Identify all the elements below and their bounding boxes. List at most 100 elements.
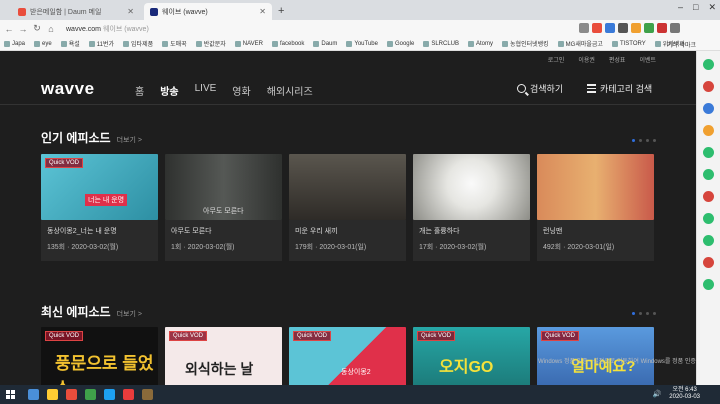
start-button[interactable] <box>0 385 20 404</box>
popular-more-link[interactable]: 더보기 > <box>117 137 142 144</box>
bookmark-item[interactable]: TISTORY <box>611 40 646 47</box>
bookmark-item[interactable]: 11번가 <box>88 39 114 48</box>
extension-icon[interactable] <box>592 23 602 33</box>
app-icon[interactable] <box>123 389 134 400</box>
tab-label: 웨이브 (wavve) <box>162 8 208 16</box>
dock-icon[interactable] <box>703 125 714 136</box>
forward-icon[interactable]: → <box>18 24 28 34</box>
bookmark-item[interactable]: Google <box>386 40 414 47</box>
pager-dot[interactable] <box>632 139 635 142</box>
app-icon[interactable] <box>66 389 77 400</box>
app-icon[interactable] <box>142 389 153 400</box>
bookmark-item[interactable]: Daum <box>313 40 337 47</box>
episode-card[interactable]: 개는 훌륭하다 17회 · 2020-03-02(월) <box>413 154 530 261</box>
extension-icon[interactable] <box>670 23 680 33</box>
episode-card[interactable]: 아무도 모른다 아무도 모른다 1회 · 2020-03-02(월) <box>165 154 282 261</box>
bookmark-item[interactable]: YouTube <box>346 40 378 47</box>
bookmark-item[interactable]: Japa <box>4 40 25 47</box>
episode-card[interactable]: Quick VOD 풍문으로 들었쇼 <box>41 327 158 385</box>
bookmark-item[interactable]: 반값문자 <box>195 39 226 48</box>
bookmark-item[interactable]: eye <box>34 40 52 47</box>
wavve-logo[interactable]: wavve <box>41 79 95 99</box>
bookmark-item[interactable]: 농협인터넷뱅킹 <box>502 39 549 48</box>
tab-wavve[interactable]: 웨이브 (wavve) ✕ <box>144 3 272 20</box>
dock-icon[interactable] <box>703 213 714 224</box>
episode-info: 개는 훌륭하다 17회 · 2020-03-02(월) <box>413 220 530 261</box>
other-bookmarks[interactable]: 기타 북마크 <box>667 40 696 49</box>
episode-card[interactable]: 런닝맨 492회 · 2020-03-01(일) <box>537 154 654 261</box>
url-field[interactable]: wavve.com 웨이브 (wavve) <box>66 24 149 34</box>
menu-overseas[interactable]: 해외시리즈 <box>267 83 313 98</box>
volume-icon[interactable]: 🔊 <box>653 390 662 398</box>
back-icon[interactable]: ← <box>4 24 14 34</box>
pager-dot[interactable] <box>639 139 642 142</box>
pager-dot[interactable] <box>653 312 656 315</box>
minimize-button[interactable]: – <box>678 2 683 13</box>
episode-card[interactable]: Quick VOD 동상이몽2 <box>289 327 406 385</box>
search-icon[interactable] <box>28 389 39 400</box>
dock-icon[interactable] <box>703 59 714 70</box>
chrome-icon[interactable] <box>85 389 96 400</box>
menu-broadcast[interactable]: 방송 <box>160 83 178 98</box>
login-link[interactable]: 로그인 <box>548 55 565 64</box>
dock-icon[interactable] <box>703 257 714 268</box>
recent-more-link[interactable]: 더보기 > <box>117 311 142 318</box>
episode-card[interactable]: Quick VOD 외식하는 날 <box>165 327 282 385</box>
pager-dot[interactable] <box>646 312 649 315</box>
pager-dot[interactable] <box>632 312 635 315</box>
bookmark-item[interactable]: facebook <box>272 40 304 47</box>
twitter-icon[interactable] <box>104 389 115 400</box>
pager-dot[interactable] <box>639 312 642 315</box>
bookmark-icon <box>346 40 353 47</box>
dock-icon[interactable] <box>703 235 714 246</box>
clock[interactable]: 오전 6:43 2020-03-03 <box>669 387 700 401</box>
tab-daum-mail[interactable]: 받은메일함 | Daum 메일 ✕ <box>12 3 140 20</box>
episode-card[interactable]: Quick VOD 오지GO <box>413 327 530 385</box>
close-window-button[interactable]: ✕ <box>708 2 716 13</box>
episode-card[interactable]: Quick VOD 너는 내 운명 동상이몽2_너는 내 운명 135회 · 2… <box>41 154 158 261</box>
bookmark-icon <box>60 40 67 47</box>
bookmark-item[interactable]: 욕설 <box>60 39 80 48</box>
extension-icon[interactable] <box>657 23 667 33</box>
extension-icon[interactable] <box>605 23 615 33</box>
bookmark-item[interactable]: 도매꾹 <box>162 39 187 48</box>
menu-live[interactable]: LIVE <box>195 83 217 98</box>
ticket-link[interactable]: 이용권 <box>578 55 595 64</box>
episode-date: 2020-03-02(월) <box>71 244 119 251</box>
bookmark-item[interactable]: NAVER <box>234 40 263 47</box>
home-icon[interactable]: ⌂ <box>46 24 56 34</box>
extension-icon[interactable] <box>644 23 654 33</box>
bookmark-icon <box>502 40 509 47</box>
menu-home[interactable]: 홈 <box>135 83 144 98</box>
extension-icon[interactable] <box>618 23 628 33</box>
episode-thumbnail: 아무도 모른다 <box>165 154 282 220</box>
close-icon[interactable]: ✕ <box>259 7 266 16</box>
extension-icon[interactable] <box>631 23 641 33</box>
folder-icon[interactable] <box>47 389 58 400</box>
close-icon[interactable]: ✕ <box>127 7 134 16</box>
bookmark-item[interactable]: SLRCLUB <box>423 40 459 47</box>
reload-icon[interactable]: ↻ <box>32 23 42 34</box>
dock-icon[interactable] <box>703 147 714 158</box>
bookmark-item[interactable]: MG새마을금고 <box>557 39 603 48</box>
search-button[interactable]: 검색하기 <box>517 82 563 95</box>
dock-icon[interactable] <box>703 81 714 92</box>
extension-icon[interactable] <box>579 23 589 33</box>
new-tab-button[interactable]: + <box>278 3 284 20</box>
maximize-button[interactable]: □ <box>693 2 698 13</box>
bookmark-item[interactable]: 임타제품 <box>123 39 153 48</box>
dock-icon[interactable] <box>703 103 714 114</box>
episode-card[interactable]: 미운 우리 새끼 179회 · 2020-03-01(일) <box>289 154 406 261</box>
dock-icon[interactable] <box>703 191 714 202</box>
bookmark-icon <box>557 40 564 47</box>
bookmarks-bar: Japa eye 욕설 11번가 임타제품 도매꾹 반값문자 NAVER fac… <box>0 37 720 51</box>
pager-dot[interactable] <box>653 139 656 142</box>
category-button[interactable]: 카테고리 검색 <box>587 82 652 95</box>
dock-icon[interactable] <box>703 169 714 180</box>
dock-icon[interactable] <box>703 279 714 290</box>
schedule-link[interactable]: 편성표 <box>609 55 626 64</box>
event-link[interactable]: 이벤트 <box>639 55 656 64</box>
pager-dot[interactable] <box>646 139 649 142</box>
menu-movie[interactable]: 영화 <box>232 83 250 98</box>
bookmark-item[interactable]: Atomy <box>468 40 493 47</box>
